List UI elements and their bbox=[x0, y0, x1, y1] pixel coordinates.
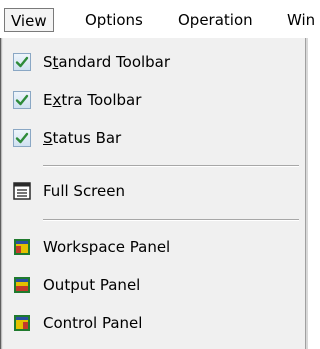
menu-separator bbox=[43, 219, 299, 221]
checkmark-icon bbox=[13, 53, 31, 71]
menu-item-status-bar[interactable]: Status Bar bbox=[3, 119, 305, 157]
menu-item-label: Workspace Panel bbox=[43, 238, 171, 256]
menu-item-label: Output Panel bbox=[43, 276, 141, 294]
checkmark-icon bbox=[13, 91, 31, 109]
menu-item-label: Extra Toolbar bbox=[43, 91, 142, 109]
window-icon bbox=[13, 182, 31, 200]
menu-item-label: Status Bar bbox=[43, 129, 122, 147]
window-edge bbox=[305, 38, 317, 349]
menu-view[interactable]: View bbox=[4, 8, 54, 32]
menu-operation[interactable]: Operation bbox=[178, 8, 253, 32]
menu-item-label: Standard Toolbar bbox=[43, 53, 171, 71]
panel-icon bbox=[13, 314, 31, 332]
menu-options[interactable]: Options bbox=[85, 8, 143, 32]
panel-icon bbox=[13, 238, 31, 256]
menu-bar: View Options Operation Win bbox=[0, 0, 317, 38]
view-dropdown-menu: Standard Toolbar Extra Toolbar Status Ba… bbox=[3, 38, 305, 349]
menu-item-label: Control Panel bbox=[43, 314, 143, 332]
menu-item-full-screen[interactable]: Full Screen bbox=[3, 172, 305, 210]
menu-window[interactable]: Win bbox=[287, 8, 315, 32]
menu-item-workspace-panel[interactable]: Workspace Panel bbox=[3, 228, 305, 266]
menu-item-control-panel[interactable]: Control Panel bbox=[3, 304, 305, 342]
menu-item-label: Full Screen bbox=[43, 182, 125, 200]
menu-item-output-panel[interactable]: Output Panel bbox=[3, 266, 305, 304]
menu-separator bbox=[43, 165, 299, 167]
menu-item-extra-toolbar[interactable]: Extra Toolbar bbox=[3, 81, 305, 119]
menu-item-standard-toolbar[interactable]: Standard Toolbar bbox=[3, 43, 305, 81]
checkmark-icon bbox=[13, 129, 31, 147]
panel-icon bbox=[13, 276, 31, 294]
